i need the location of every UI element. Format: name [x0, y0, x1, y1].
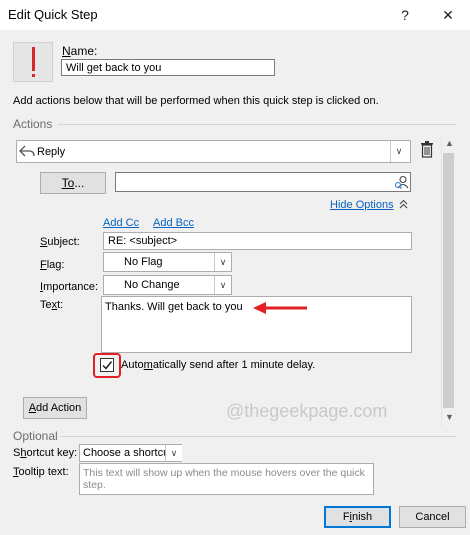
trash-icon[interactable]: [420, 141, 434, 158]
actions-section-label: Actions: [13, 117, 53, 131]
finish-button[interactable]: Finish: [324, 506, 391, 528]
flag-label: Flag:: [40, 259, 65, 271]
scroll-thumb[interactable]: [443, 153, 454, 408]
shortcut-chevron-down-icon[interactable]: ∨: [165, 445, 182, 461]
text-label: Text:: [40, 299, 64, 311]
help-button[interactable]: ?: [390, 4, 420, 26]
add-bcc-link[interactable]: Add Bcc: [153, 217, 194, 229]
importance-label: Importance:: [40, 281, 99, 293]
subject-label: Subject:: [40, 236, 80, 248]
optional-section-label: Optional: [13, 429, 58, 443]
window-title: Edit Quick Step: [8, 7, 98, 22]
importance-select[interactable]: No Change: [103, 275, 232, 295]
name-input[interactable]: Will get back to you: [61, 59, 275, 76]
shortcut-label: Shortcut key:: [13, 447, 78, 459]
hide-options-link[interactable]: Hide Options: [330, 199, 394, 211]
scroll-down-arrow-icon[interactable]: ▼: [442, 410, 457, 425]
scroll-up-arrow-icon[interactable]: ▲: [442, 136, 457, 151]
subject-input[interactable]: RE: <subject>: [103, 232, 412, 250]
cancel-button[interactable]: Cancel: [399, 506, 466, 528]
name-label: Name:: [62, 44, 98, 58]
flag-chevron-down-icon[interactable]: ∨: [214, 253, 231, 271]
tooltip-input[interactable]: This text will show up when the mouse ho…: [79, 463, 374, 495]
exclamation-icon-dot: [32, 74, 35, 77]
tooltip-label: Tooltip text:: [13, 466, 69, 478]
actions-divider: [58, 124, 456, 125]
optional-divider: [60, 436, 456, 437]
action-select-value: Reply: [37, 146, 66, 158]
importance-chevron-down-icon[interactable]: ∨: [214, 276, 231, 294]
to-input[interactable]: [115, 172, 411, 192]
exclamation-icon: [32, 47, 35, 71]
action-select[interactable]: [16, 140, 411, 163]
add-cc-link[interactable]: Add Cc: [103, 217, 139, 229]
reply-arrow-icon: [19, 145, 35, 157]
close-button[interactable]: ✕: [433, 4, 463, 26]
to-button[interactable]: To...: [40, 172, 106, 194]
watermark-text: @thegeekpage.com: [226, 401, 388, 421]
double-chevron-up-icon[interactable]: [399, 199, 408, 209]
red-arrow-icon: [253, 302, 307, 314]
instructions-text: Add actions below that will be performed…: [13, 95, 379, 107]
address-book-icon[interactable]: [394, 175, 410, 190]
checkmark-icon: [102, 361, 113, 370]
chevron-down-icon[interactable]: ∨: [390, 141, 407, 162]
add-action-button[interactable]: Add Action: [23, 397, 87, 419]
flag-select[interactable]: No Flag: [103, 252, 232, 272]
auto-send-label: Automatically send after 1 minute delay.: [121, 359, 316, 371]
